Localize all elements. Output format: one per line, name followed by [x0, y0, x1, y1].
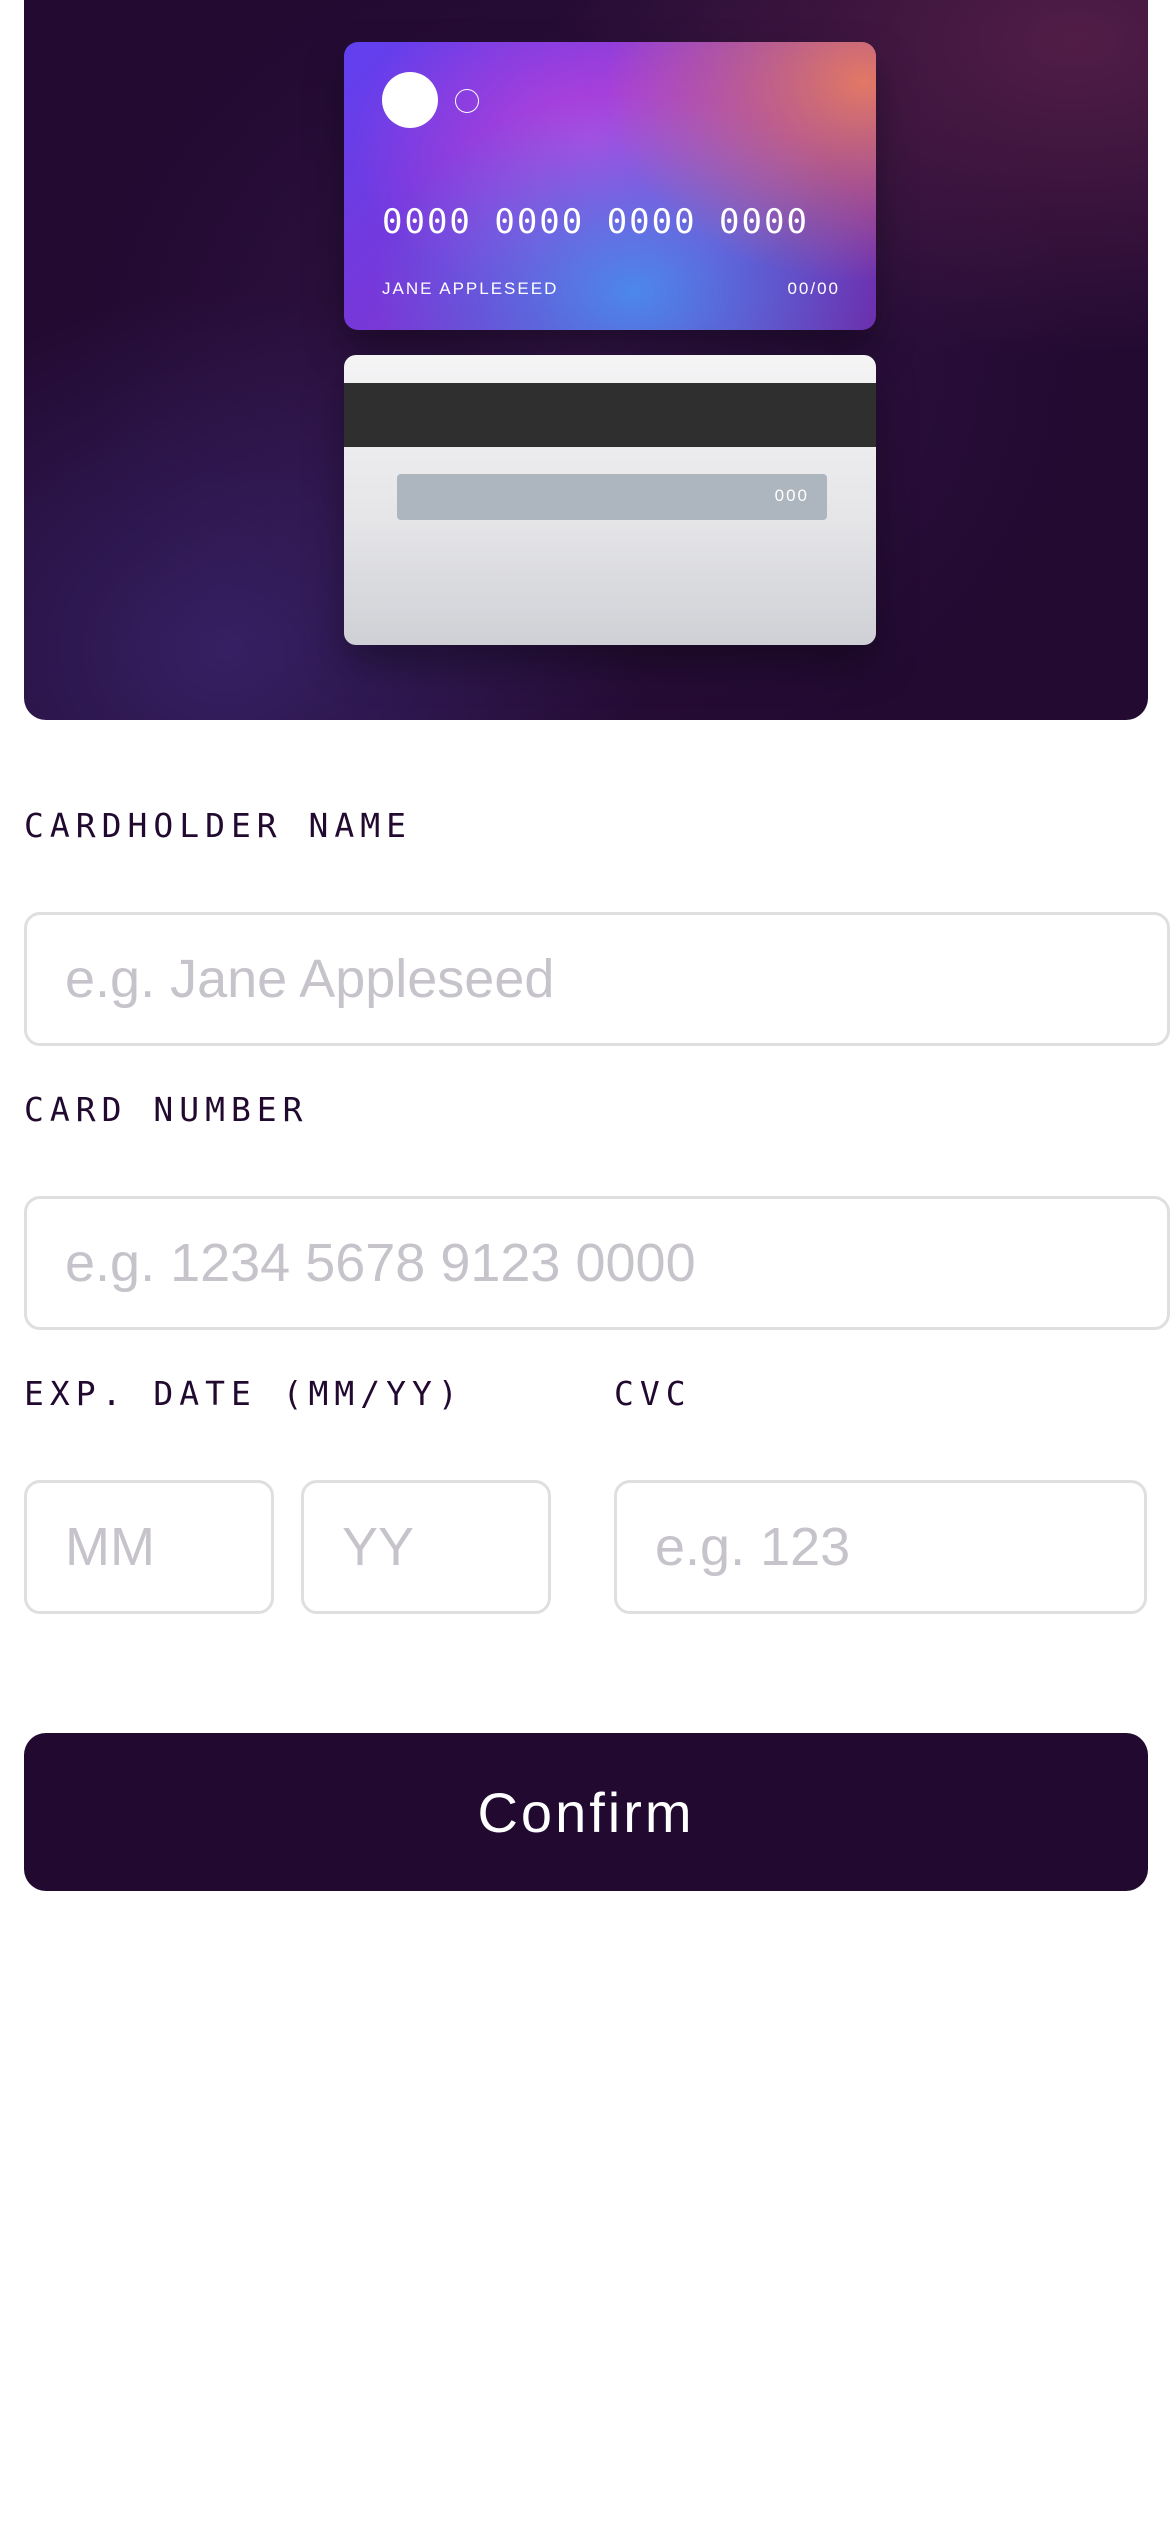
card-details-page: 0000 0000 0000 0000 JANE APPLESEED 00/00…: [0, 0, 1170, 2532]
cvc-input[interactable]: [614, 1480, 1147, 1614]
card-number-label: CARD NUMBER: [24, 1090, 309, 1129]
cardholder-name-label: CARDHOLDER NAME: [24, 806, 413, 845]
card-expiry-display: 00/00: [787, 279, 840, 298]
signature-strip: 000: [397, 474, 827, 520]
card-logo-circle-small: [455, 89, 479, 113]
card-preview-panel: 0000 0000 0000 0000 JANE APPLESEED 00/00…: [24, 0, 1148, 720]
card-back: 000: [344, 355, 876, 645]
confirm-button[interactable]: Confirm: [24, 1733, 1148, 1891]
cardholder-name-display: JANE APPLESEED: [382, 279, 559, 298]
magnetic-stripe: [344, 383, 876, 447]
cvc-label: CVC: [614, 1374, 692, 1413]
expiry-year-input[interactable]: [301, 1480, 551, 1614]
card-number-input[interactable]: [24, 1196, 1170, 1330]
card-front: 0000 0000 0000 0000 JANE APPLESEED 00/00: [344, 42, 876, 330]
cardholder-name-input[interactable]: [24, 912, 1170, 1046]
expiry-date-label: EXP. DATE (MM/YY): [24, 1374, 464, 1413]
expiry-month-input[interactable]: [24, 1480, 274, 1614]
card-cvc-display: 000: [774, 486, 809, 505]
card-logo-circle-large: [382, 72, 438, 128]
card-number-display: 0000 0000 0000 0000: [382, 202, 809, 242]
